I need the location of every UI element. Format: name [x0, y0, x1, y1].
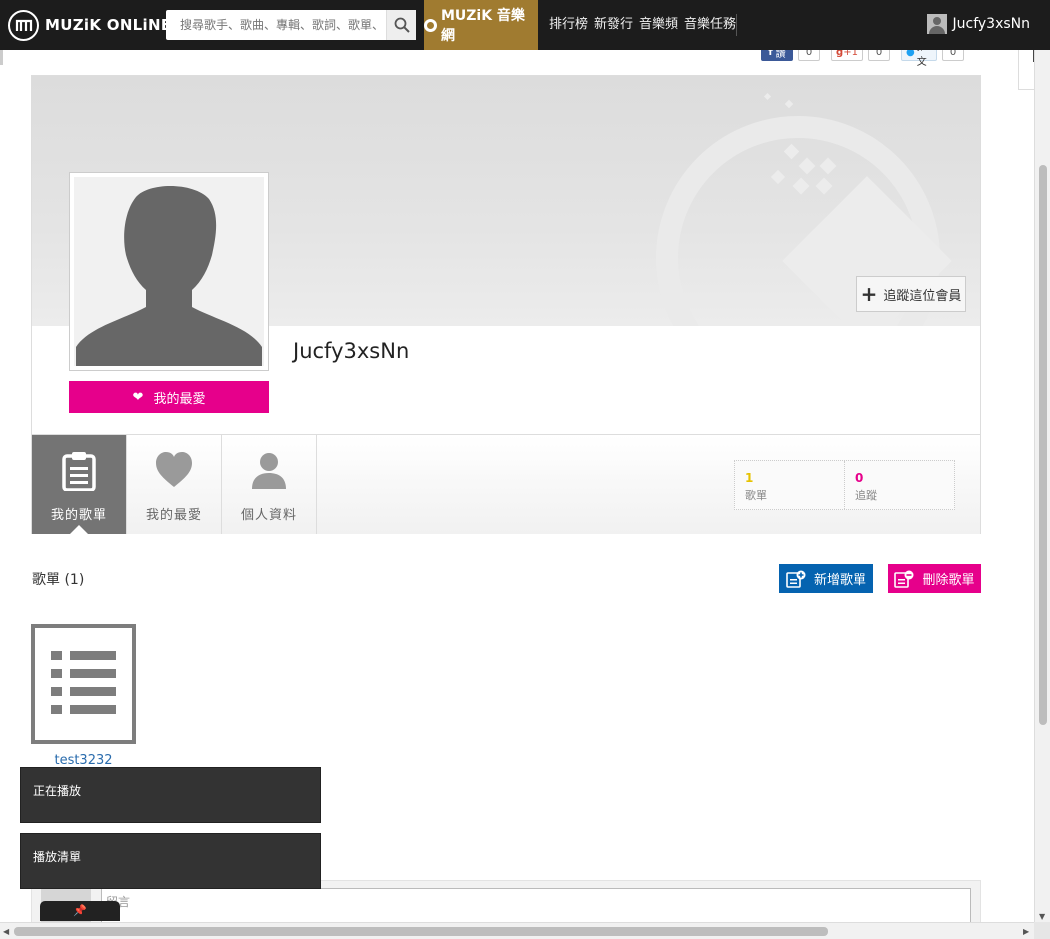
user-menu[interactable]: Jucfy3xsNn: [926, 14, 1031, 34]
delete-playlist-button[interactable]: 刪除歌單: [888, 564, 981, 593]
pin-icon: 📌: [73, 904, 87, 917]
nav-brand-label: MUZiK 音樂網: [440, 8, 525, 44]
scroll-left-arrow-icon[interactable]: ◀: [3, 927, 9, 936]
plus-icon: +: [860, 282, 878, 306]
tab-label: 個人資料: [240, 508, 297, 523]
search-input[interactable]: [166, 10, 384, 40]
vertical-scrollbar[interactable]: ▲ ▼: [1034, 0, 1050, 925]
nav-link-charts[interactable]: 排行榜: [549, 0, 588, 50]
default-avatar-silhouette: [76, 185, 262, 366]
horizontal-scroll-thumb[interactable]: [14, 927, 828, 936]
side-frame: [1018, 50, 1035, 90]
add-list-icon: [786, 570, 806, 588]
nav-muzik-brand[interactable]: MUZiK 音樂網: [424, 0, 538, 50]
add-playlist-button[interactable]: 新增歌單: [779, 564, 873, 593]
logo-text: MUZiK ONLiNE: [45, 16, 172, 34]
playlist-thumbnail[interactable]: [31, 624, 136, 744]
scroll-down-arrow-icon[interactable]: ▼: [1039, 912, 1045, 921]
list-icon: [51, 651, 116, 714]
profile-avatar: [69, 172, 269, 371]
tab-profile-info[interactable]: 個人資料: [222, 435, 317, 534]
stat-playlists[interactable]: 1 歌單: [735, 461, 845, 509]
profile-stats: 1 歌單 0 追蹤: [734, 460, 955, 510]
logo-m-icon: [8, 9, 39, 41]
search-box: [166, 10, 416, 40]
profile-username: Jucfy3xsNn: [293, 339, 410, 363]
nav-link-channels[interactable]: 音樂頻: [639, 0, 678, 50]
heart-icon: [156, 452, 192, 487]
heart-icon: ❤: [132, 389, 144, 405]
favorite-button[interactable]: ❤ 我的最愛: [69, 381, 269, 413]
playlist-name-link[interactable]: test3232: [31, 753, 136, 768]
remove-list-icon: [894, 570, 914, 588]
stat-label: 歌單: [745, 489, 767, 502]
scrollbar-corner: [1034, 922, 1050, 939]
tab-my-playlists[interactable]: 我的歌單: [32, 435, 127, 534]
record-icon: [424, 18, 437, 32]
stat-following[interactable]: 0 追蹤: [845, 461, 955, 509]
nav-link-new-releases[interactable]: 新發行: [594, 0, 633, 50]
site-logo[interactable]: MUZiK ONLiNE: [8, 9, 171, 41]
clipboard-icon: [62, 452, 96, 491]
person-icon: [252, 453, 286, 489]
search-icon: [394, 17, 410, 33]
nav-link-missions[interactable]: 音樂任務: [684, 0, 736, 50]
nav-divider: [736, 14, 737, 36]
stat-value: 0: [855, 471, 864, 485]
follow-member-button[interactable]: + 追蹤這位會員: [856, 276, 966, 312]
user-avatar-icon: [926, 14, 947, 34]
tab-label: 我的最愛: [145, 508, 202, 523]
user-name: Jucfy3xsNn: [952, 16, 1031, 32]
profile-tabs: 我的歌單 我的最愛 個人資料 1 歌單 0 追蹤: [32, 434, 980, 534]
tab-my-favorites[interactable]: 我的最愛: [127, 435, 222, 534]
vertical-scroll-thumb[interactable]: [1039, 165, 1047, 725]
horizontal-scrollbar[interactable]: ◀ ▶: [0, 922, 1034, 939]
scroll-right-arrow-icon[interactable]: ▶: [1023, 927, 1029, 936]
playlist-panel[interactable]: 播放清單: [20, 833, 321, 889]
stat-label: 追蹤: [855, 489, 877, 502]
top-navigation-bar: MUZiK ONLiNE MUZiK 音樂網 排行榜 新發行 音樂頻 音樂任務 …: [0, 0, 1050, 50]
stat-value: 1: [745, 471, 754, 485]
now-playing-panel[interactable]: 正在播放: [20, 767, 321, 823]
panel-title: 正在播放: [33, 784, 82, 798]
playlists-section-title: 歌單 (1): [32, 572, 85, 588]
tab-label: 我的歌單: [50, 508, 107, 523]
page-edge-line: [0, 50, 3, 65]
profile-card: + 追蹤這位會員 ❤ 我的最愛 Jucfy3xsNn 我的歌單 我的最愛 個人資…: [31, 75, 981, 534]
panel-title: 播放清單: [33, 850, 82, 864]
search-button[interactable]: [386, 10, 416, 40]
player-pin-tab[interactable]: 📌: [40, 901, 120, 921]
